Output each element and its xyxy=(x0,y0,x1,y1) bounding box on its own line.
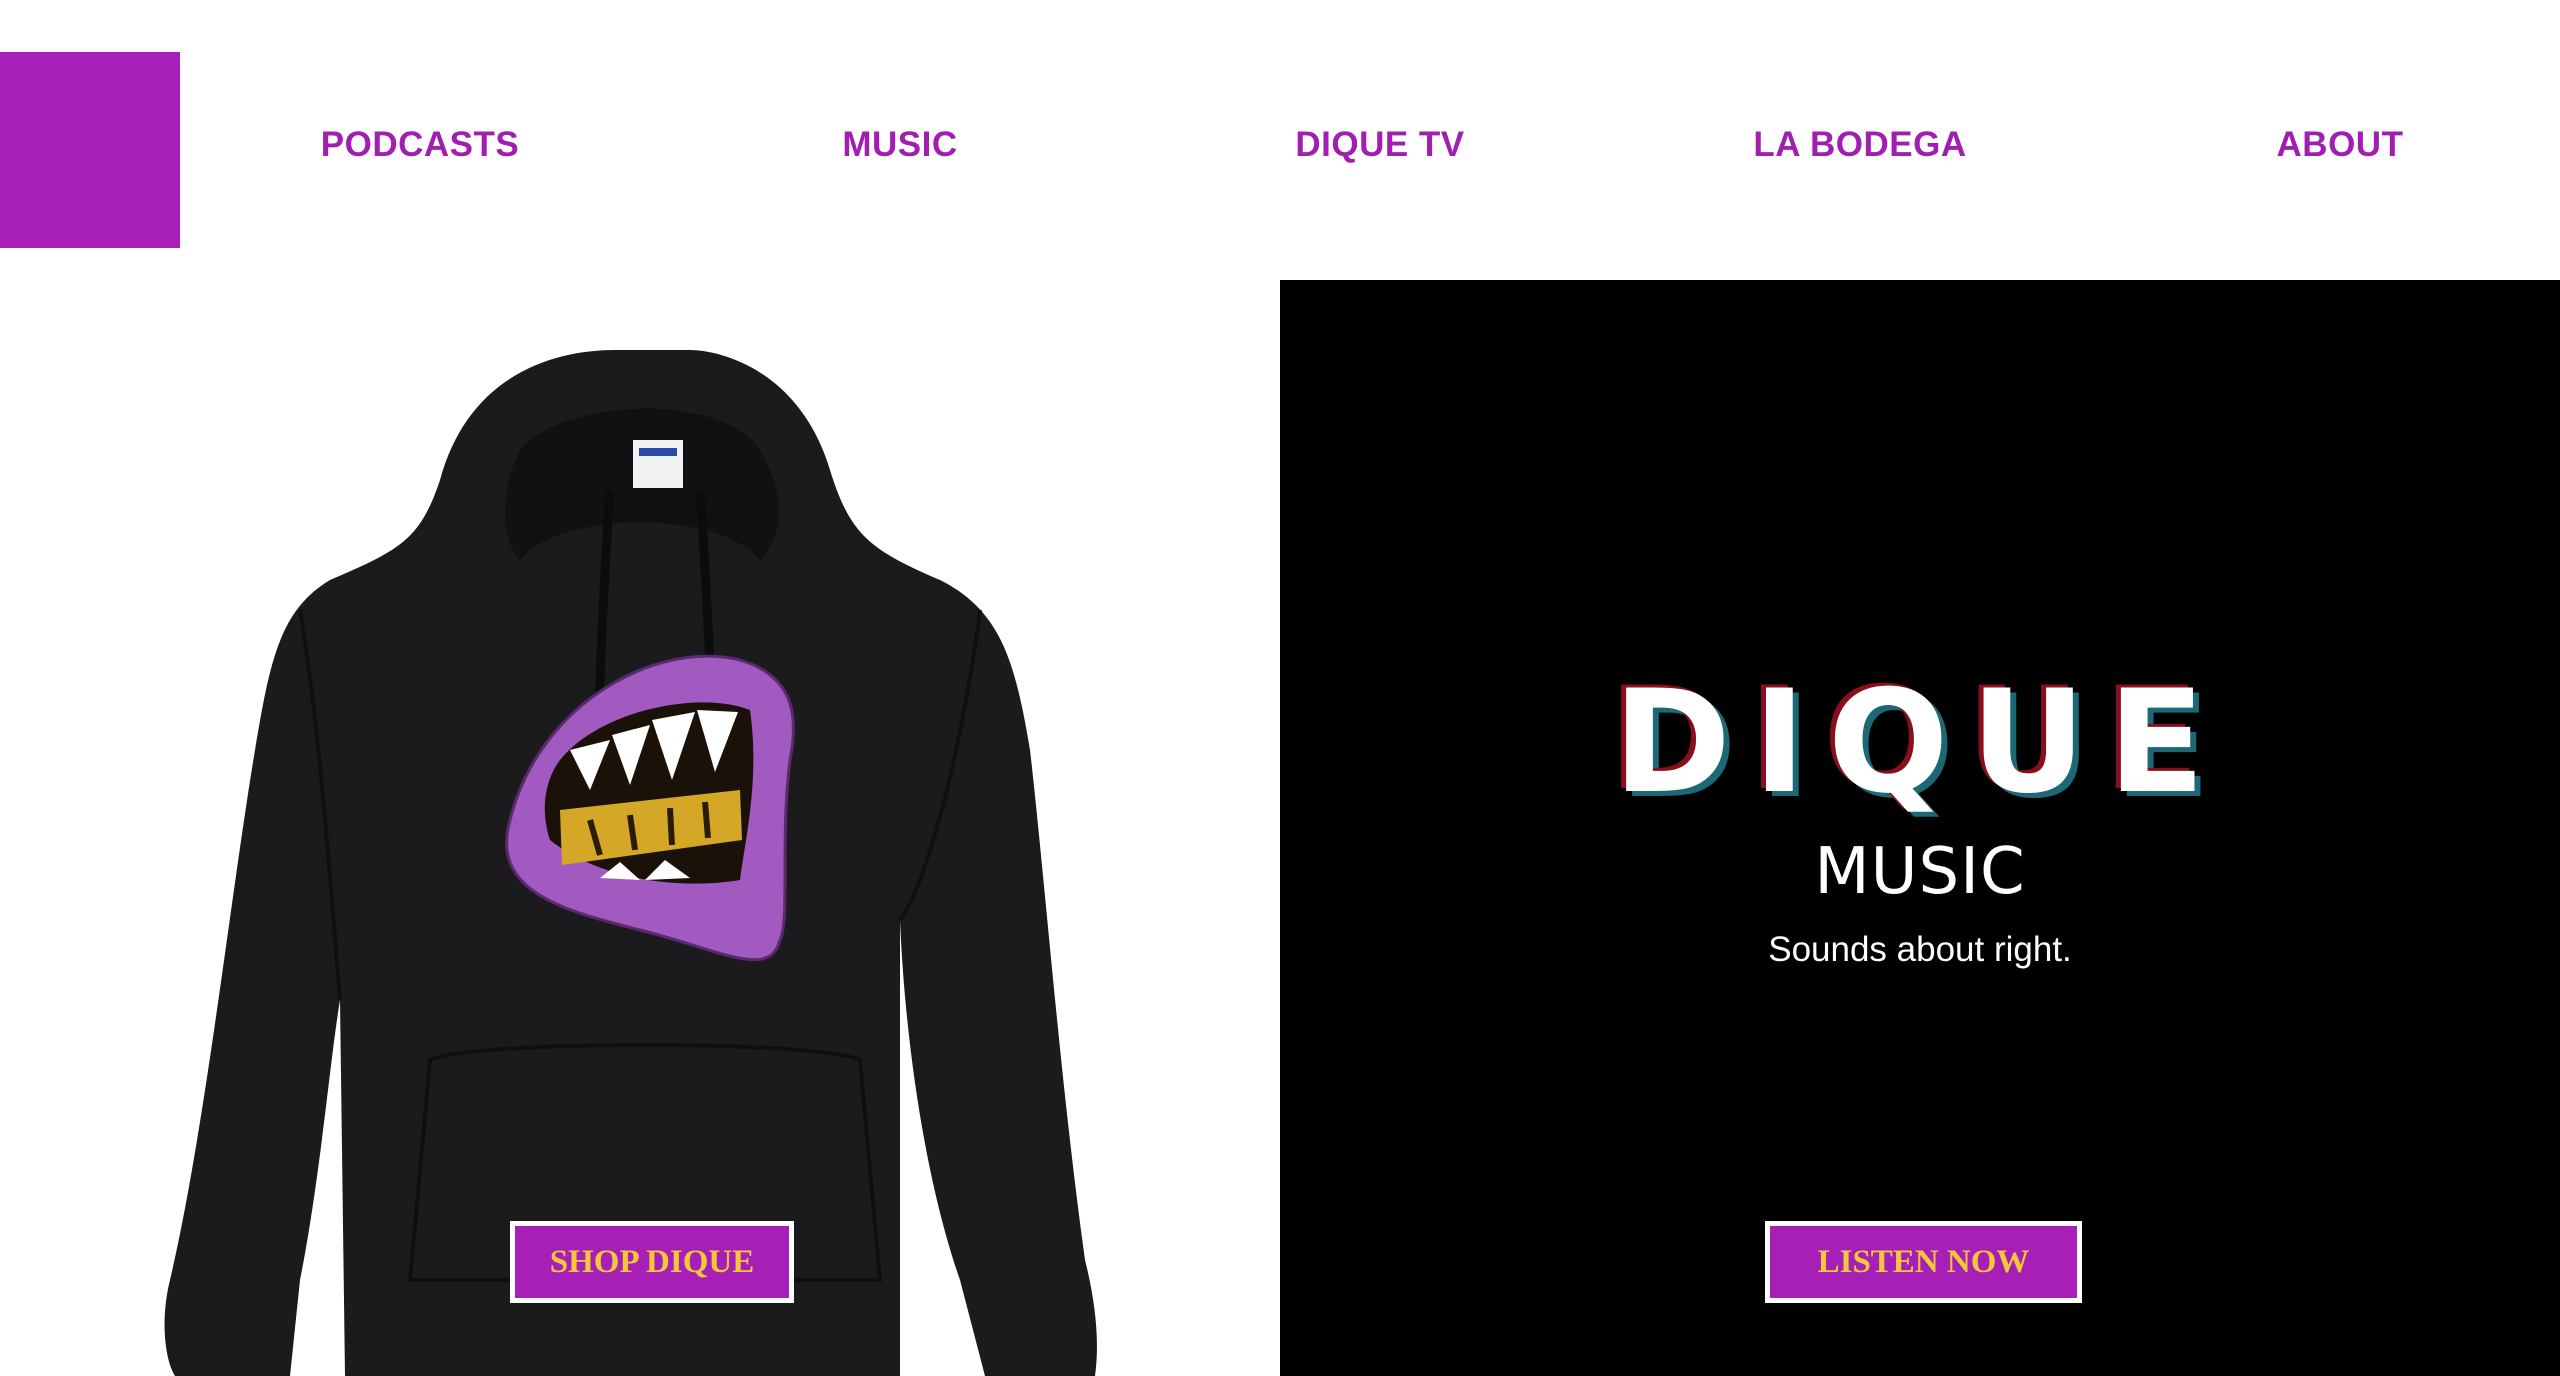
shop-dique-button[interactable]: SHOP DIQUE xyxy=(510,1221,794,1303)
page: PODCASTS MUSIC DIQUE TV LA BODEGA ABOUT xyxy=(0,0,2560,1376)
nav-item-music[interactable]: MUSIC xyxy=(842,125,957,165)
logo[interactable] xyxy=(0,52,180,248)
nav-item-dique-tv[interactable]: DIQUE TV xyxy=(1295,125,1464,165)
shop-panel: SHOP DIQUE xyxy=(0,280,1280,1376)
nav-item-podcasts[interactable]: PODCASTS xyxy=(321,125,519,165)
music-panel: DIQUE MUSIC Sounds about right. LISTEN N… xyxy=(1280,280,2560,1376)
music-subtitle: MUSIC xyxy=(1814,835,2026,909)
main-nav: PODCASTS MUSIC DIQUE TV LA BODEGA ABOUT xyxy=(180,125,2560,175)
music-tagline: Sounds about right. xyxy=(1768,930,2072,969)
hoodie-image xyxy=(164,350,1097,1376)
nav-item-la-bodega[interactable]: LA BODEGA xyxy=(1753,125,1966,165)
listen-now-button[interactable]: LISTEN NOW xyxy=(1765,1221,2082,1303)
nav-item-about[interactable]: ABOUT xyxy=(2277,125,2404,165)
music-brand-title: DIQUE xyxy=(1613,660,2227,825)
